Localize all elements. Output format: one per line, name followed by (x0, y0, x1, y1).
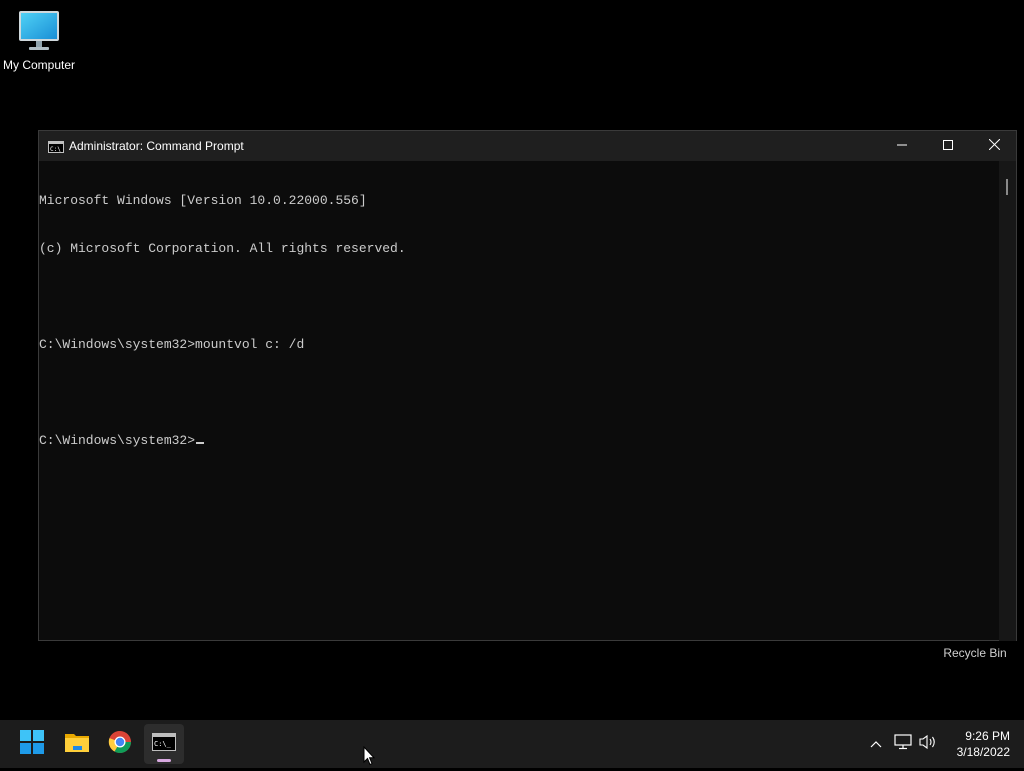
console-line: C:\Windows\system32>mountvol c: /d (39, 337, 305, 352)
maximize-icon (943, 137, 953, 155)
desktop-icon-recycle-bin[interactable]: Recycle Bin (940, 646, 1010, 660)
volume-button[interactable] (918, 734, 938, 754)
window-titlebar[interactable]: C:\ Administrator: Command Prompt (39, 131, 1016, 161)
console-line: Microsoft Windows [Version 10.0.22000.55… (39, 193, 367, 208)
network-icon (894, 733, 912, 755)
clock-time: 9:26 PM (965, 729, 1010, 743)
system-clock[interactable]: 9:26 PM 3/18/2022 (944, 728, 1010, 760)
start-button[interactable] (12, 724, 52, 764)
console-output[interactable]: Microsoft Windows [Version 10.0.22000.55… (39, 161, 999, 641)
maximize-button[interactable] (925, 131, 971, 161)
taskbar-file-explorer[interactable] (57, 724, 97, 764)
close-button[interactable] (971, 131, 1017, 161)
minimize-button[interactable] (879, 131, 925, 161)
taskbar: C:\_ 9:26 PM 3/18/2022 (0, 720, 1024, 768)
chevron-up-icon (870, 735, 882, 753)
desktop-icon-my-computer[interactable]: My Computer (0, 8, 78, 72)
vertical-scrollbar[interactable] (999, 161, 1016, 641)
show-hidden-icons-button[interactable] (866, 734, 886, 754)
scrollbar-thumb[interactable] (1006, 179, 1008, 195)
mouse-pointer-icon (363, 745, 376, 766)
console-line: (c) Microsoft Corporation. All rights re… (39, 241, 406, 256)
console-prompt: C:\Windows\system32> (39, 433, 196, 448)
minimize-icon (897, 137, 907, 155)
clock-date: 3/18/2022 (956, 745, 1010, 759)
active-app-indicator (157, 759, 171, 762)
windows-start-icon (20, 729, 44, 759)
window-title: Administrator: Command Prompt (69, 139, 244, 153)
desktop-icon-label: My Computer (2, 58, 76, 72)
command-prompt-icon: C:\_ (152, 732, 176, 756)
close-icon (988, 137, 1000, 155)
desktop-icon-label: Recycle Bin (943, 646, 1007, 660)
network-button[interactable] (893, 733, 913, 755)
taskbar-chrome[interactable] (100, 724, 140, 764)
taskbar-command-prompt[interactable]: C:\_ (144, 724, 184, 764)
volume-icon (919, 734, 937, 755)
file-explorer-icon (64, 731, 90, 758)
monitor-icon (17, 8, 61, 54)
text-cursor (196, 442, 205, 444)
cmd-icon: C:\ (48, 140, 64, 153)
svg-text:C:\: C:\ (50, 146, 61, 153)
command-prompt-window[interactable]: C:\ Administrator: Command Prompt Micros… (38, 130, 1017, 641)
svg-text:C:\_: C:\_ (154, 740, 172, 748)
console-prompt-line[interactable]: C:\Windows\system32> (39, 433, 999, 449)
chrome-icon (108, 730, 132, 759)
